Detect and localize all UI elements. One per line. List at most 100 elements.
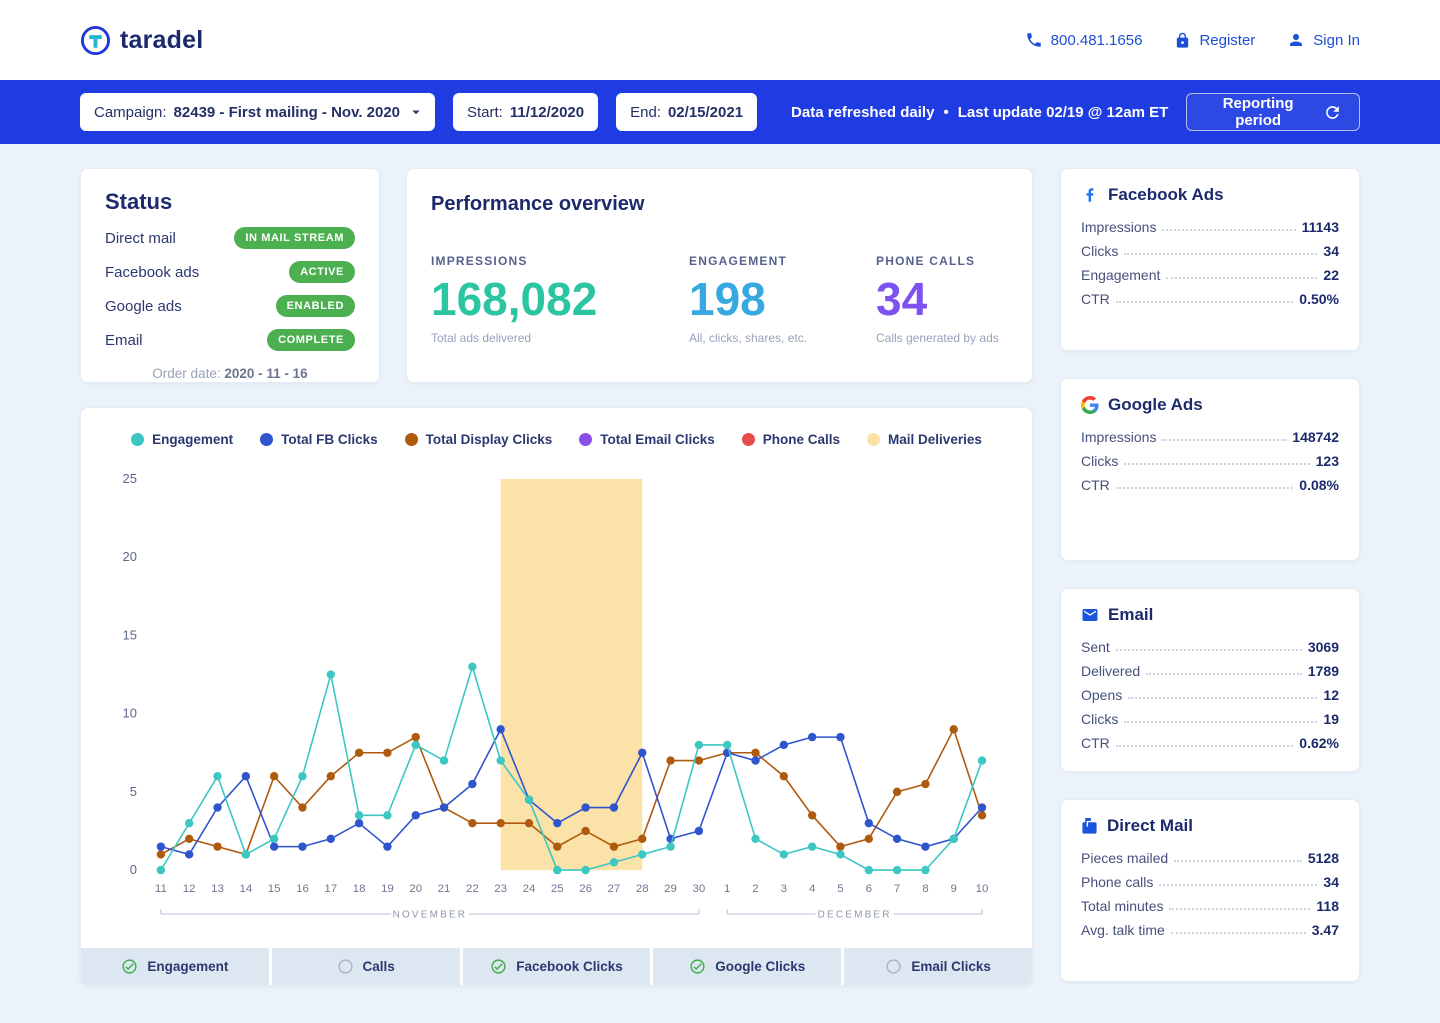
register-link[interactable]: Register (1174, 32, 1255, 49)
data-point[interactable] (242, 772, 250, 780)
reporting-period-button[interactable]: Reporting period (1186, 93, 1360, 131)
data-point[interactable] (213, 772, 221, 780)
data-point[interactable] (893, 788, 901, 796)
legend-item-engagement[interactable]: Engagement (131, 432, 233, 447)
data-point[interactable] (581, 803, 589, 811)
data-point[interactable] (157, 866, 165, 874)
data-point[interactable] (157, 842, 165, 850)
data-point[interactable] (157, 850, 165, 858)
data-point[interactable] (213, 803, 221, 811)
data-point[interactable] (298, 772, 306, 780)
data-point[interactable] (298, 803, 306, 811)
data-point[interactable] (978, 756, 986, 764)
chart-toggle-facebook-clicks[interactable]: Facebook Clicks (463, 948, 651, 985)
data-point[interactable] (695, 827, 703, 835)
data-point[interactable] (780, 741, 788, 749)
data-point[interactable] (808, 842, 816, 850)
data-point[interactable] (610, 842, 618, 850)
data-point[interactable] (440, 756, 448, 764)
data-point[interactable] (383, 749, 391, 757)
data-point[interactable] (242, 850, 250, 858)
data-point[interactable] (553, 819, 561, 827)
data-point[interactable] (355, 819, 363, 827)
data-point[interactable] (496, 756, 504, 764)
data-point[interactable] (865, 835, 873, 843)
data-point[interactable] (185, 850, 193, 858)
data-point[interactable] (780, 772, 788, 780)
data-point[interactable] (525, 796, 533, 804)
data-point[interactable] (412, 811, 420, 819)
data-point[interactable] (468, 819, 476, 827)
chart-toggle-calls[interactable]: Calls (272, 948, 460, 985)
data-point[interactable] (355, 811, 363, 819)
phone-link[interactable]: 800.481.1656 (1025, 31, 1143, 49)
data-point[interactable] (440, 803, 448, 811)
data-point[interactable] (865, 819, 873, 827)
data-point[interactable] (808, 811, 816, 819)
legend-item-total-display-clicks[interactable]: Total Display Clicks (405, 432, 553, 447)
data-point[interactable] (751, 749, 759, 757)
legend-item-total-fb-clicks[interactable]: Total FB Clicks (260, 432, 378, 447)
data-point[interactable] (695, 741, 703, 749)
data-point[interactable] (751, 756, 759, 764)
data-point[interactable] (553, 866, 561, 874)
data-point[interactable] (383, 842, 391, 850)
data-point[interactable] (610, 858, 618, 866)
legend-item-phone-calls[interactable]: Phone Calls (742, 432, 840, 447)
legend-item-mail-deliveries[interactable]: Mail Deliveries (867, 432, 982, 447)
data-point[interactable] (581, 827, 589, 835)
chart-toggle-google-clicks[interactable]: Google Clicks (653, 948, 841, 985)
data-point[interactable] (865, 866, 873, 874)
data-point[interactable] (921, 780, 929, 788)
data-point[interactable] (836, 850, 844, 858)
data-point[interactable] (610, 803, 618, 811)
data-point[interactable] (666, 842, 674, 850)
data-point[interactable] (468, 780, 476, 788)
data-point[interactable] (553, 842, 561, 850)
data-point[interactable] (836, 842, 844, 850)
chart-toggle-engagement[interactable]: Engagement (81, 948, 269, 985)
data-point[interactable] (723, 741, 731, 749)
data-point[interactable] (581, 866, 589, 874)
data-point[interactable] (327, 670, 335, 678)
data-point[interactable] (666, 756, 674, 764)
data-point[interactable] (638, 850, 646, 858)
data-point[interactable] (893, 835, 901, 843)
data-point[interactable] (780, 850, 788, 858)
data-point[interactable] (836, 733, 844, 741)
brand-logo[interactable]: taradel (80, 25, 203, 56)
data-point[interactable] (751, 835, 759, 843)
legend-item-total-email-clicks[interactable]: Total Email Clicks (579, 432, 715, 447)
data-point[interactable] (950, 835, 958, 843)
data-point[interactable] (213, 842, 221, 850)
data-point[interactable] (638, 749, 646, 757)
campaign-select[interactable]: Campaign: 82439 - First mailing - Nov. 2… (80, 93, 435, 131)
data-point[interactable] (327, 772, 335, 780)
chart-toggle-email-clicks[interactable]: Email Clicks (844, 948, 1032, 985)
data-point[interactable] (412, 741, 420, 749)
data-point[interactable] (270, 842, 278, 850)
data-point[interactable] (327, 835, 335, 843)
sign-in-link[interactable]: Sign In (1287, 31, 1360, 49)
data-point[interactable] (270, 835, 278, 843)
end-date-field[interactable]: End: 02/15/2021 (616, 93, 757, 131)
start-date-field[interactable]: Start: 11/12/2020 (453, 93, 598, 131)
data-point[interactable] (921, 842, 929, 850)
data-point[interactable] (355, 749, 363, 757)
data-point[interactable] (525, 819, 533, 827)
data-point[interactable] (638, 835, 646, 843)
data-point[interactable] (496, 819, 504, 827)
data-point[interactable] (978, 811, 986, 819)
data-point[interactable] (468, 663, 476, 671)
data-point[interactable] (298, 842, 306, 850)
data-point[interactable] (921, 866, 929, 874)
data-point[interactable] (383, 811, 391, 819)
data-point[interactable] (412, 733, 420, 741)
data-point[interactable] (185, 835, 193, 843)
data-point[interactable] (496, 725, 504, 733)
data-point[interactable] (808, 733, 816, 741)
data-point[interactable] (978, 803, 986, 811)
data-point[interactable] (950, 725, 958, 733)
data-point[interactable] (185, 819, 193, 827)
data-point[interactable] (893, 866, 901, 874)
